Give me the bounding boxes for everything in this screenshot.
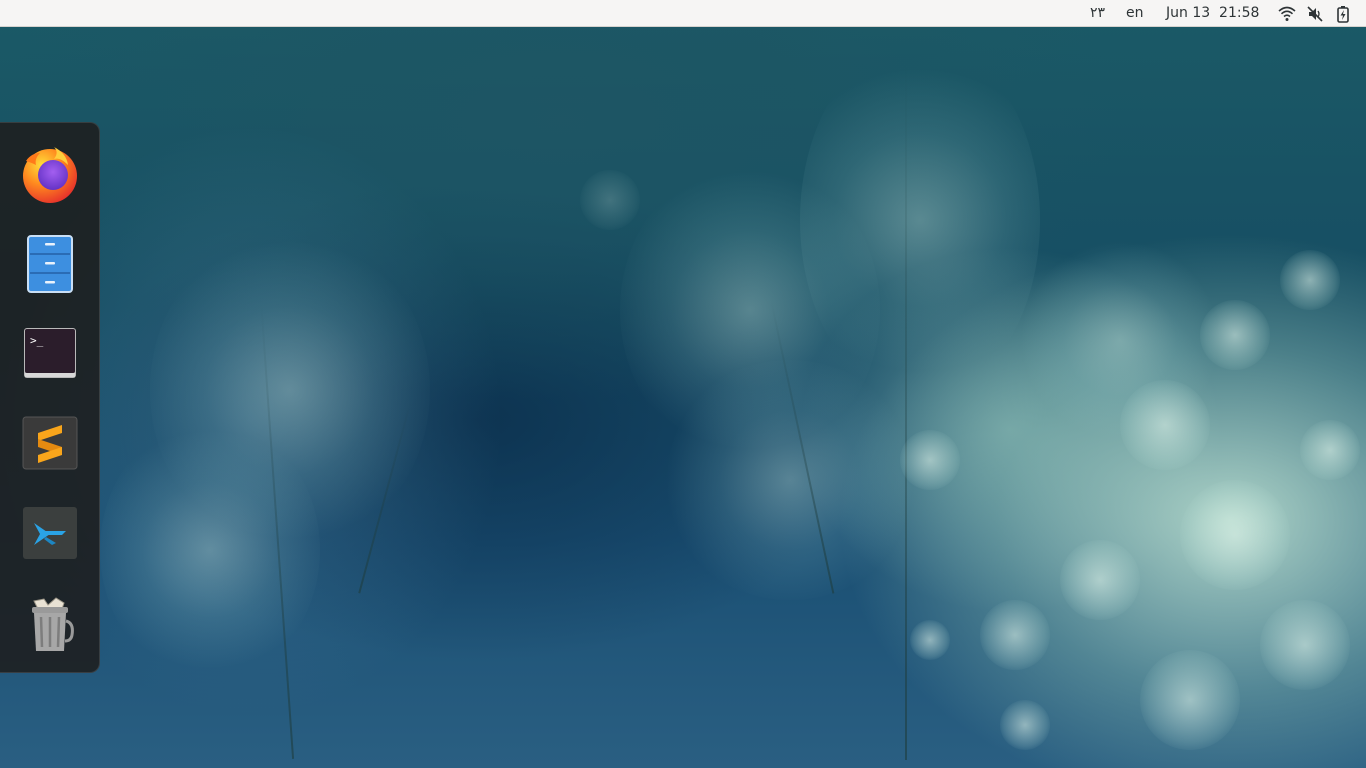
dock-item-files[interactable] xyxy=(18,231,82,295)
clock-date: Jun 13 xyxy=(1166,5,1211,21)
dock-item-firefox[interactable] xyxy=(18,141,82,205)
indicator-text[interactable]: ۲۳ xyxy=(1090,0,1105,27)
wallpaper xyxy=(0,0,1366,768)
dock-item-remmina[interactable] xyxy=(18,501,82,565)
dock: >_ xyxy=(0,122,100,673)
sublime-text-icon xyxy=(22,416,78,470)
desktop[interactable]: ۲۳ en Jun 13 21:58 >_ xyxy=(0,0,1366,768)
trash-icon xyxy=(32,597,74,651)
wifi-icon[interactable] xyxy=(1278,5,1296,23)
clock[interactable]: Jun 13 21:58 xyxy=(1166,0,1259,27)
keyboard-layout-indicator[interactable]: en xyxy=(1126,0,1144,27)
clock-time: 21:58 xyxy=(1219,5,1260,21)
dock-item-trash[interactable] xyxy=(18,591,82,655)
dock-item-terminal[interactable]: >_ xyxy=(18,321,82,385)
top-bar: ۲۳ en Jun 13 21:58 xyxy=(0,0,1366,27)
remmina-icon xyxy=(23,507,77,559)
terminal-prompt: >_ xyxy=(30,334,44,347)
battery-charging-icon[interactable] xyxy=(1334,5,1352,23)
volume-muted-icon[interactable] xyxy=(1306,5,1324,23)
dock-item-sublime-text[interactable] xyxy=(18,411,82,475)
files-icon xyxy=(27,235,73,293)
firefox-icon xyxy=(23,147,77,203)
terminal-icon: >_ xyxy=(24,328,76,378)
